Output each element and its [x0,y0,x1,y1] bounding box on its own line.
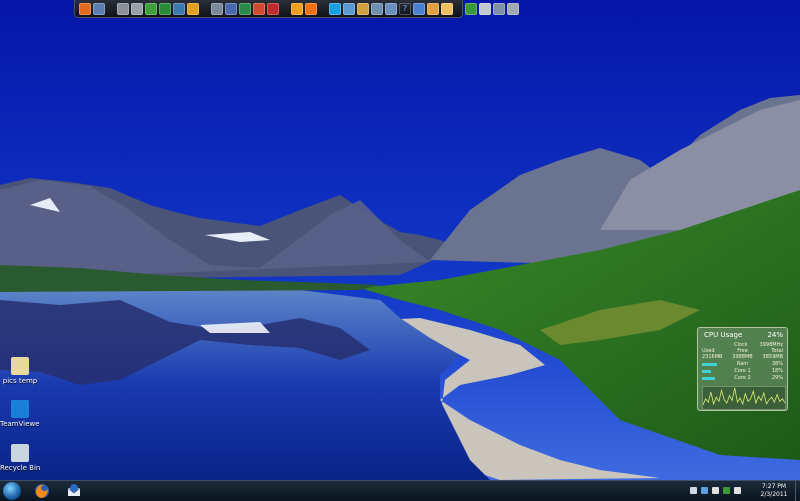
flash-icon[interactable] [267,2,279,15]
drive-icon[interactable] [117,2,129,15]
thunderbird-taskbar-button[interactable] [59,482,89,500]
wordpress-icon[interactable] [159,2,171,15]
green-app-icon[interactable] [441,2,453,15]
vlc-icon[interactable] [173,2,185,15]
core1-usage-bar [702,370,712,373]
cpu-gadget-cell-right: 29% [771,375,783,381]
excel-icon[interactable] [225,2,237,15]
folder-icon [11,357,29,375]
firefox-icon[interactable] [79,2,91,15]
cpu-gadget-row: 2316MB 3988MB 3859MB [702,354,783,360]
tools-icon[interactable] [507,2,519,15]
start-button[interactable] [3,482,21,500]
network-icon[interactable] [479,2,491,15]
clock[interactable]: 7:27 PM 2/3/2011 [754,483,794,499]
cpu-gadget-cell-left: 2316MB [702,354,723,360]
user-icon[interactable] [385,2,397,15]
drive-icon[interactable] [493,2,505,15]
grid-app-icon[interactable] [187,2,199,15]
cpu-gadget-cell-mid: Core 2 [734,375,751,381]
monitor-icon[interactable] [329,2,341,15]
utorrent-icon[interactable] [145,2,157,15]
photo-icon[interactable] [239,2,251,15]
orange-app-icon[interactable] [291,2,303,15]
core2-usage-bar [702,377,715,380]
desktop-icon-label: Recycle Bin [0,464,40,472]
cpu-usage-gadget[interactable]: CPU Usage 24% Clock 3998MHz Used Free Total 2… [697,327,788,411]
clock-time: 7:27 PM [761,483,787,490]
cpu-history-line [703,387,785,406]
cpu-gadget-header: CPU Usage 24% [704,331,783,340]
speaker-icon[interactable] [734,487,741,494]
desktop-icon-label: TeamViewe... [0,420,40,428]
cpu-gadget-row: Core 1 18% [702,368,783,374]
firefox-taskbar-button[interactable] [27,482,57,500]
ram-usage-bar [702,363,718,366]
teamviewer-icon [11,400,29,418]
quick-launch-dock: ? [74,0,519,18]
help-icon[interactable]: ? [399,3,411,15]
cpu-gadget-cell-right: 18% [771,368,783,374]
media-icon[interactable] [253,2,265,15]
cpu-gadget-cell-mid: Core 1 [734,368,751,374]
archive-icon[interactable] [413,2,425,15]
taskbar: 7:27 PM 2/3/2011 [0,480,800,501]
picture-icon[interactable] [427,2,439,15]
desktop-icon-folder[interactable]: pics temp [0,357,40,385]
window-icon[interactable] [211,2,223,15]
cpu-gadget-percent: 24% [767,331,783,339]
clock-date: 2/3/2011 [760,491,788,498]
flag-icon[interactable] [712,487,719,494]
document-icon[interactable] [357,2,369,15]
folder-icon[interactable] [343,2,355,15]
arrow-up-icon[interactable] [690,487,697,494]
thunderbird-icon [67,484,81,496]
cpu-gadget-cell-mid: Ram [736,361,749,367]
disk-icon[interactable] [131,2,143,15]
cpu-gadget-title: CPU Usage [704,331,743,339]
network-icon[interactable] [701,487,708,494]
firefox-icon [35,484,49,498]
desktop-icon-recycle-bin[interactable]: Recycle Bin [0,444,40,472]
show-desktop-button[interactable] [795,481,800,501]
shield-icon[interactable] [723,487,730,494]
desktop-icon-teamviewer[interactable]: TeamViewe... [0,400,40,428]
desktop-wallpaper [0,0,800,480]
screen-icon[interactable] [371,2,383,15]
ftp-icon[interactable] [465,2,477,15]
desktop-icon-label: pics temp [2,377,38,385]
cpu-gadget-cell-mid: 3988MB [732,354,753,360]
skype-icon[interactable] [305,2,317,15]
cpu-gadget-cell-right: 38% [771,361,783,367]
cpu-gadget-cell-right: 3859MB [762,354,783,360]
mail-icon[interactable] [93,2,105,15]
recycle-bin-icon [11,444,29,462]
cpu-history-graph [702,386,786,410]
